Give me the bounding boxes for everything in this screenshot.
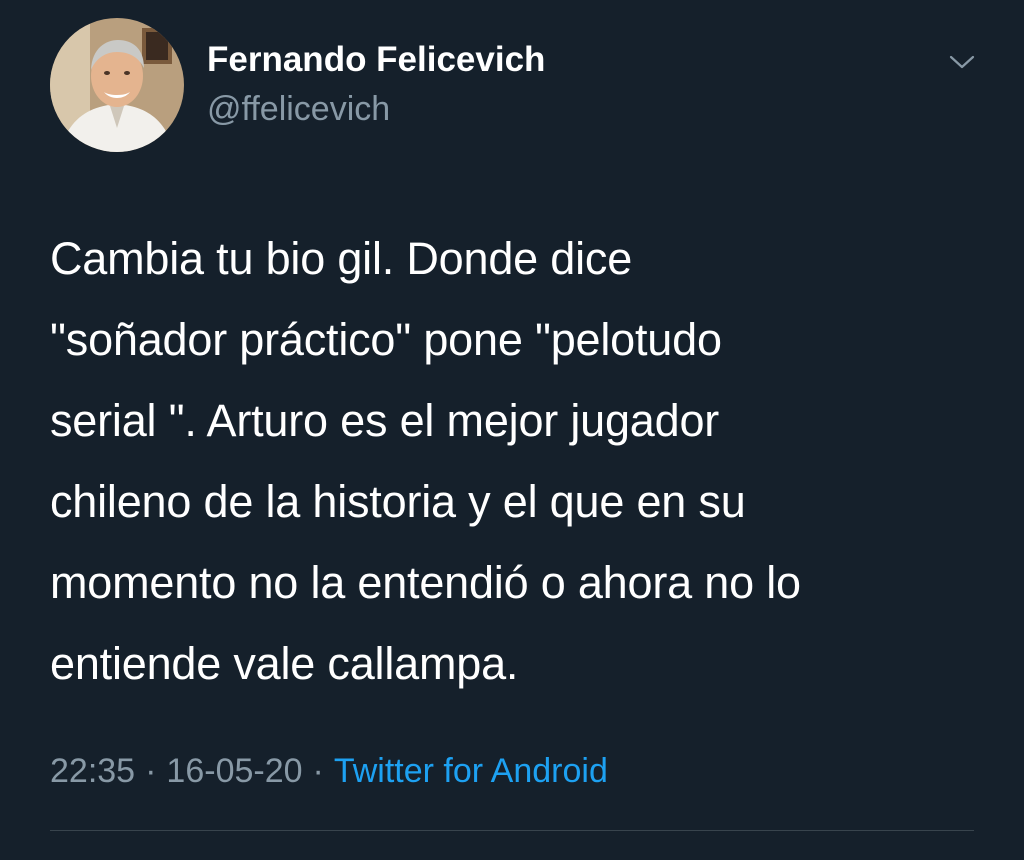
tweet: Fernando Felicevich @ffelicevich Cambia … [0, 0, 1024, 860]
chevron-down-icon [949, 55, 975, 69]
tweet-date: 16-05-20 [166, 752, 303, 790]
avatar[interactable] [50, 18, 184, 152]
meta-separator: · [145, 752, 157, 790]
tweet-time: 22:35 [50, 752, 136, 790]
divider [50, 830, 974, 831]
avatar-image [50, 18, 184, 152]
author-handle[interactable]: @ffelicevich [207, 90, 390, 129]
author-display-name[interactable]: Fernando Felicevich [207, 40, 545, 80]
more-options-button[interactable] [940, 42, 984, 82]
tweet-text: Cambia tu bio gil. Donde dice "soñador p… [50, 233, 801, 689]
tweet-metadata: 22:35 · 16-05-20 · Twitter for Android [50, 752, 608, 791]
meta-separator: · [312, 752, 324, 790]
tweet-source-link[interactable]: Twitter for Android [334, 752, 608, 790]
